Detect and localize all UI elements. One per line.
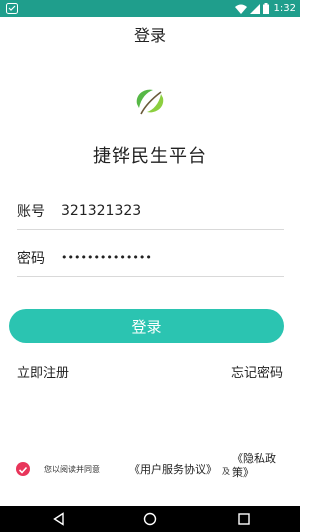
title-bar: 登录	[0, 17, 300, 51]
password-field[interactable]: 密码 ••••••••••••••	[17, 239, 284, 277]
forgot-password-link[interactable]: 忘记密码	[231, 362, 283, 381]
home-icon[interactable]	[143, 512, 157, 526]
agreement-conjunction: 及	[222, 467, 230, 476]
back-icon[interactable]	[52, 512, 66, 526]
agreement-prefix: 您以阅读并同意	[44, 465, 100, 474]
user-agreement-link[interactable]: 《用户服务协议》	[129, 461, 217, 477]
agreement-row: 您以阅读并同意 《用户服务协议》 及 《隐私政策》	[16, 452, 286, 484]
status-time: 1:32	[273, 3, 296, 14]
agreement-checkbox[interactable]	[16, 462, 30, 476]
password-label: 密码	[17, 250, 45, 267]
account-label: 账号	[17, 203, 45, 220]
app-notification-icon	[6, 3, 18, 14]
platform-name: 捷铧民生平台	[93, 146, 207, 167]
register-link[interactable]: 立即注册	[17, 362, 69, 381]
privacy-policy-link[interactable]: 《隐私政策》	[232, 452, 290, 480]
battery-icon	[262, 3, 269, 14]
check-icon	[18, 466, 28, 474]
system-icons: 1:32	[234, 2, 296, 15]
page-title: 登录	[133, 26, 166, 45]
status-bar: 1:32	[0, 0, 300, 17]
recent-apps-icon[interactable]	[237, 512, 251, 526]
wifi-icon	[234, 4, 247, 14]
signal-icon	[249, 3, 260, 14]
password-input[interactable]: ••••••••••••••	[61, 251, 152, 264]
login-button[interactable]: 登录	[9, 309, 284, 343]
navigation-bar	[0, 506, 300, 532]
leaf-logo-icon	[136, 89, 164, 115]
account-input[interactable]: 321321323	[61, 203, 141, 219]
account-field[interactable]: 账号 321321323	[17, 192, 284, 230]
